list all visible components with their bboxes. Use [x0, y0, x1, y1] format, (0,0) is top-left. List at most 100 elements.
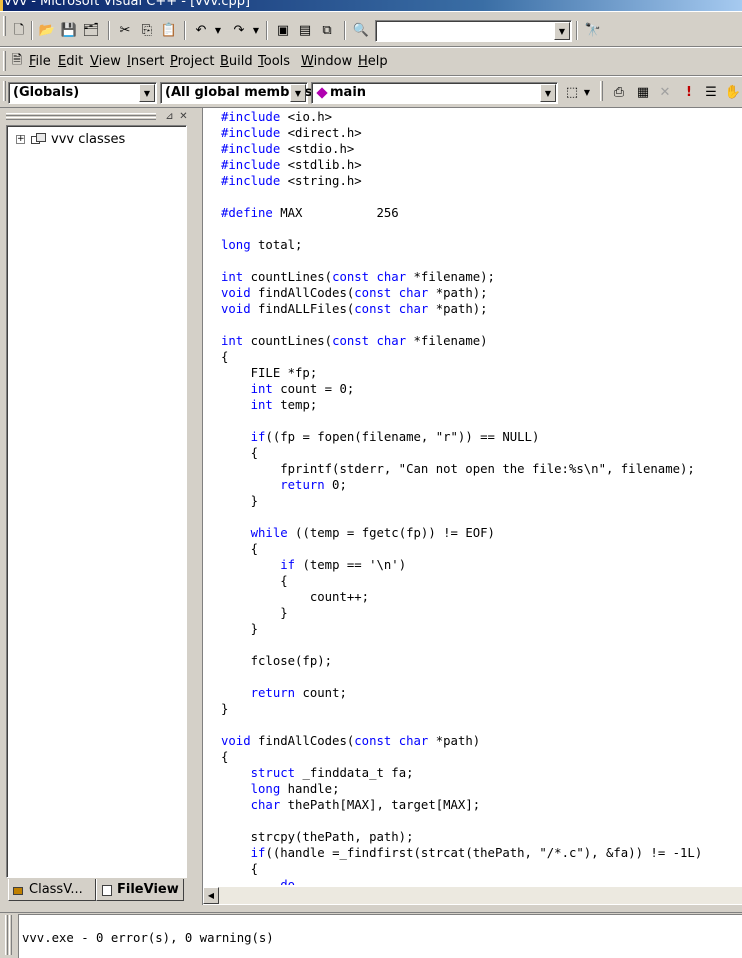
go-button[interactable]: ✋ [722, 82, 742, 103]
menu-view[interactable]: View [90, 54, 121, 69]
menu-tools[interactable]: Tools [258, 54, 290, 69]
code-line[interactable]: { [221, 541, 742, 557]
code-line[interactable]: } [221, 701, 742, 717]
code-line[interactable]: strcpy(thePath, path); [221, 829, 742, 845]
output-toggle-button[interactable]: ▤ [294, 20, 316, 41]
code-line[interactable]: } [221, 493, 742, 509]
code-line[interactable]: { [221, 349, 742, 365]
close-pane-icon[interactable]: ✕ [177, 111, 190, 123]
code-line[interactable]: { [221, 749, 742, 765]
cut-button[interactable]: ✂ [114, 20, 136, 41]
code-line[interactable]: } [221, 621, 742, 637]
code-line[interactable] [221, 509, 742, 525]
workspace-toggle-button[interactable]: ▣ [272, 20, 294, 41]
output-grip[interactable] [5, 915, 15, 955]
code-line[interactable]: do [221, 877, 742, 885]
code-line[interactable]: #include <io.h> [221, 109, 742, 125]
new-text-file-button[interactable]: 🗋 [8, 20, 30, 41]
code-line[interactable]: { [221, 861, 742, 877]
code-line[interactable]: count++; [221, 589, 742, 605]
tree-node-root[interactable]: + vvv classes [16, 132, 125, 147]
code-line[interactable]: if((handle =_findfirst(strcat(thePath, "… [221, 845, 742, 861]
code-line[interactable]: return count; [221, 685, 742, 701]
code-line[interactable]: #include <string.h> [221, 173, 742, 189]
code-line[interactable] [221, 221, 742, 237]
code-line[interactable] [221, 189, 742, 205]
execute-button[interactable]: ! [678, 82, 700, 103]
class-combo-dropdown-arrow[interactable]: ▼ [139, 84, 155, 102]
code-line[interactable]: int countLines(const char *filename); [221, 269, 742, 285]
find-in-files-button[interactable]: 🔍 [350, 20, 372, 41]
filter-combo[interactable]: (All global members ▼ [160, 82, 312, 104]
code-line[interactable] [221, 413, 742, 429]
code-line[interactable]: #include <direct.h> [221, 125, 742, 141]
compile-button[interactable]: ⎙ [608, 82, 630, 103]
wizardbar-grip[interactable] [3, 81, 6, 101]
code-line[interactable] [221, 253, 742, 269]
code-line[interactable] [221, 637, 742, 653]
code-line[interactable]: if (temp == '\n') [221, 557, 742, 573]
code-line[interactable]: return 0; [221, 477, 742, 493]
tab-fileview[interactable]: FileView [96, 879, 184, 901]
open-button[interactable]: 📂 [36, 20, 58, 41]
code-line[interactable] [221, 813, 742, 829]
copy-button[interactable]: ⎘ [136, 20, 158, 41]
redo-button[interactable]: ↷ [228, 20, 250, 41]
save-all-button[interactable]: 🗂 [80, 20, 102, 41]
save-button[interactable]: 💾 [58, 20, 80, 41]
code-line[interactable]: fclose(fp); [221, 653, 742, 669]
code-line[interactable]: if((fp = fopen(filename, "r")) == NULL) [221, 429, 742, 445]
code-line[interactable]: void findAllCodes(const char *path); [221, 285, 742, 301]
menu-window[interactable]: Window [301, 54, 352, 69]
chevron-down-icon[interactable]: ▼ [212, 20, 224, 41]
members-combo[interactable]: main ▼ [311, 82, 558, 104]
members-combo-dropdown-arrow[interactable]: ▼ [540, 84, 556, 102]
code-line[interactable]: #define MAX 256 [221, 205, 742, 221]
output-window[interactable]: vvv.exe - 0 error(s), 0 warning(s) [18, 914, 742, 958]
scroll-left-icon[interactable]: ◀ [203, 887, 219, 904]
code-line[interactable]: long total; [221, 237, 742, 253]
toolbar-grip[interactable] [3, 16, 6, 36]
code-line[interactable]: void findALLFiles(const char *path); [221, 301, 742, 317]
menu-build[interactable]: Build [220, 54, 253, 69]
code-line[interactable]: #include <stdio.h> [221, 141, 742, 157]
code-line[interactable]: int count = 0; [221, 381, 742, 397]
maximize-pane-icon[interactable]: ⊿ [163, 111, 176, 123]
build-toolbar-grip[interactable] [600, 81, 603, 101]
code-line[interactable]: int countLines(const char *filename) [221, 333, 742, 349]
code-line[interactable]: { [221, 573, 742, 589]
filter-combo-dropdown-arrow[interactable]: ▼ [290, 84, 306, 102]
code-line[interactable] [221, 317, 742, 333]
code-line[interactable] [221, 717, 742, 733]
code-line[interactable]: void findAllCodes(const char *path) [221, 733, 742, 749]
find-button[interactable]: 🔭 [582, 20, 604, 41]
code-line[interactable]: #include <stdlib.h> [221, 157, 742, 173]
paste-button[interactable]: 📋 [158, 20, 180, 41]
code-line[interactable]: int temp; [221, 397, 742, 413]
menu-project[interactable]: Project [170, 54, 215, 69]
class-combo[interactable]: (Globals) ▼ [8, 82, 157, 104]
output-splitter[interactable] [0, 905, 742, 913]
code-line[interactable] [221, 669, 742, 685]
code-line[interactable]: long handle; [221, 781, 742, 797]
undo-button[interactable]: ↶ [190, 20, 212, 41]
code-line[interactable]: } [221, 605, 742, 621]
stop-build-button[interactable]: ✕ [654, 82, 676, 103]
code-editor[interactable]: #include <io.h> #include <direct.h> #inclu… [202, 108, 742, 908]
code-line[interactable]: while ((temp = fgetc(fp)) != EOF) [221, 525, 742, 541]
tab-classview[interactable]: ClassV... [8, 879, 96, 901]
menu-help[interactable]: Help [358, 54, 388, 69]
menu-file[interactable]: File [29, 54, 51, 69]
find-combo[interactable]: ▼ [375, 20, 572, 42]
chevron-down-icon[interactable]: ▼ [250, 20, 262, 41]
class-tree[interactable]: + vvv classes [6, 125, 187, 878]
wizardbar-actions-dropdown[interactable]: ▼ [580, 82, 594, 103]
document-icon[interactable]: 🗎 [8, 50, 26, 71]
code-line[interactable]: char thePath[MAX], target[MAX]; [221, 797, 742, 813]
menu-insert[interactable]: Insert [127, 54, 164, 69]
menu-edit[interactable]: Edit [58, 54, 83, 69]
menubar-grip[interactable] [3, 51, 6, 71]
code-line[interactable]: { [221, 445, 742, 461]
expand-icon[interactable]: + [16, 135, 25, 144]
insert-breakpoint-button[interactable]: ☰ [700, 82, 722, 103]
